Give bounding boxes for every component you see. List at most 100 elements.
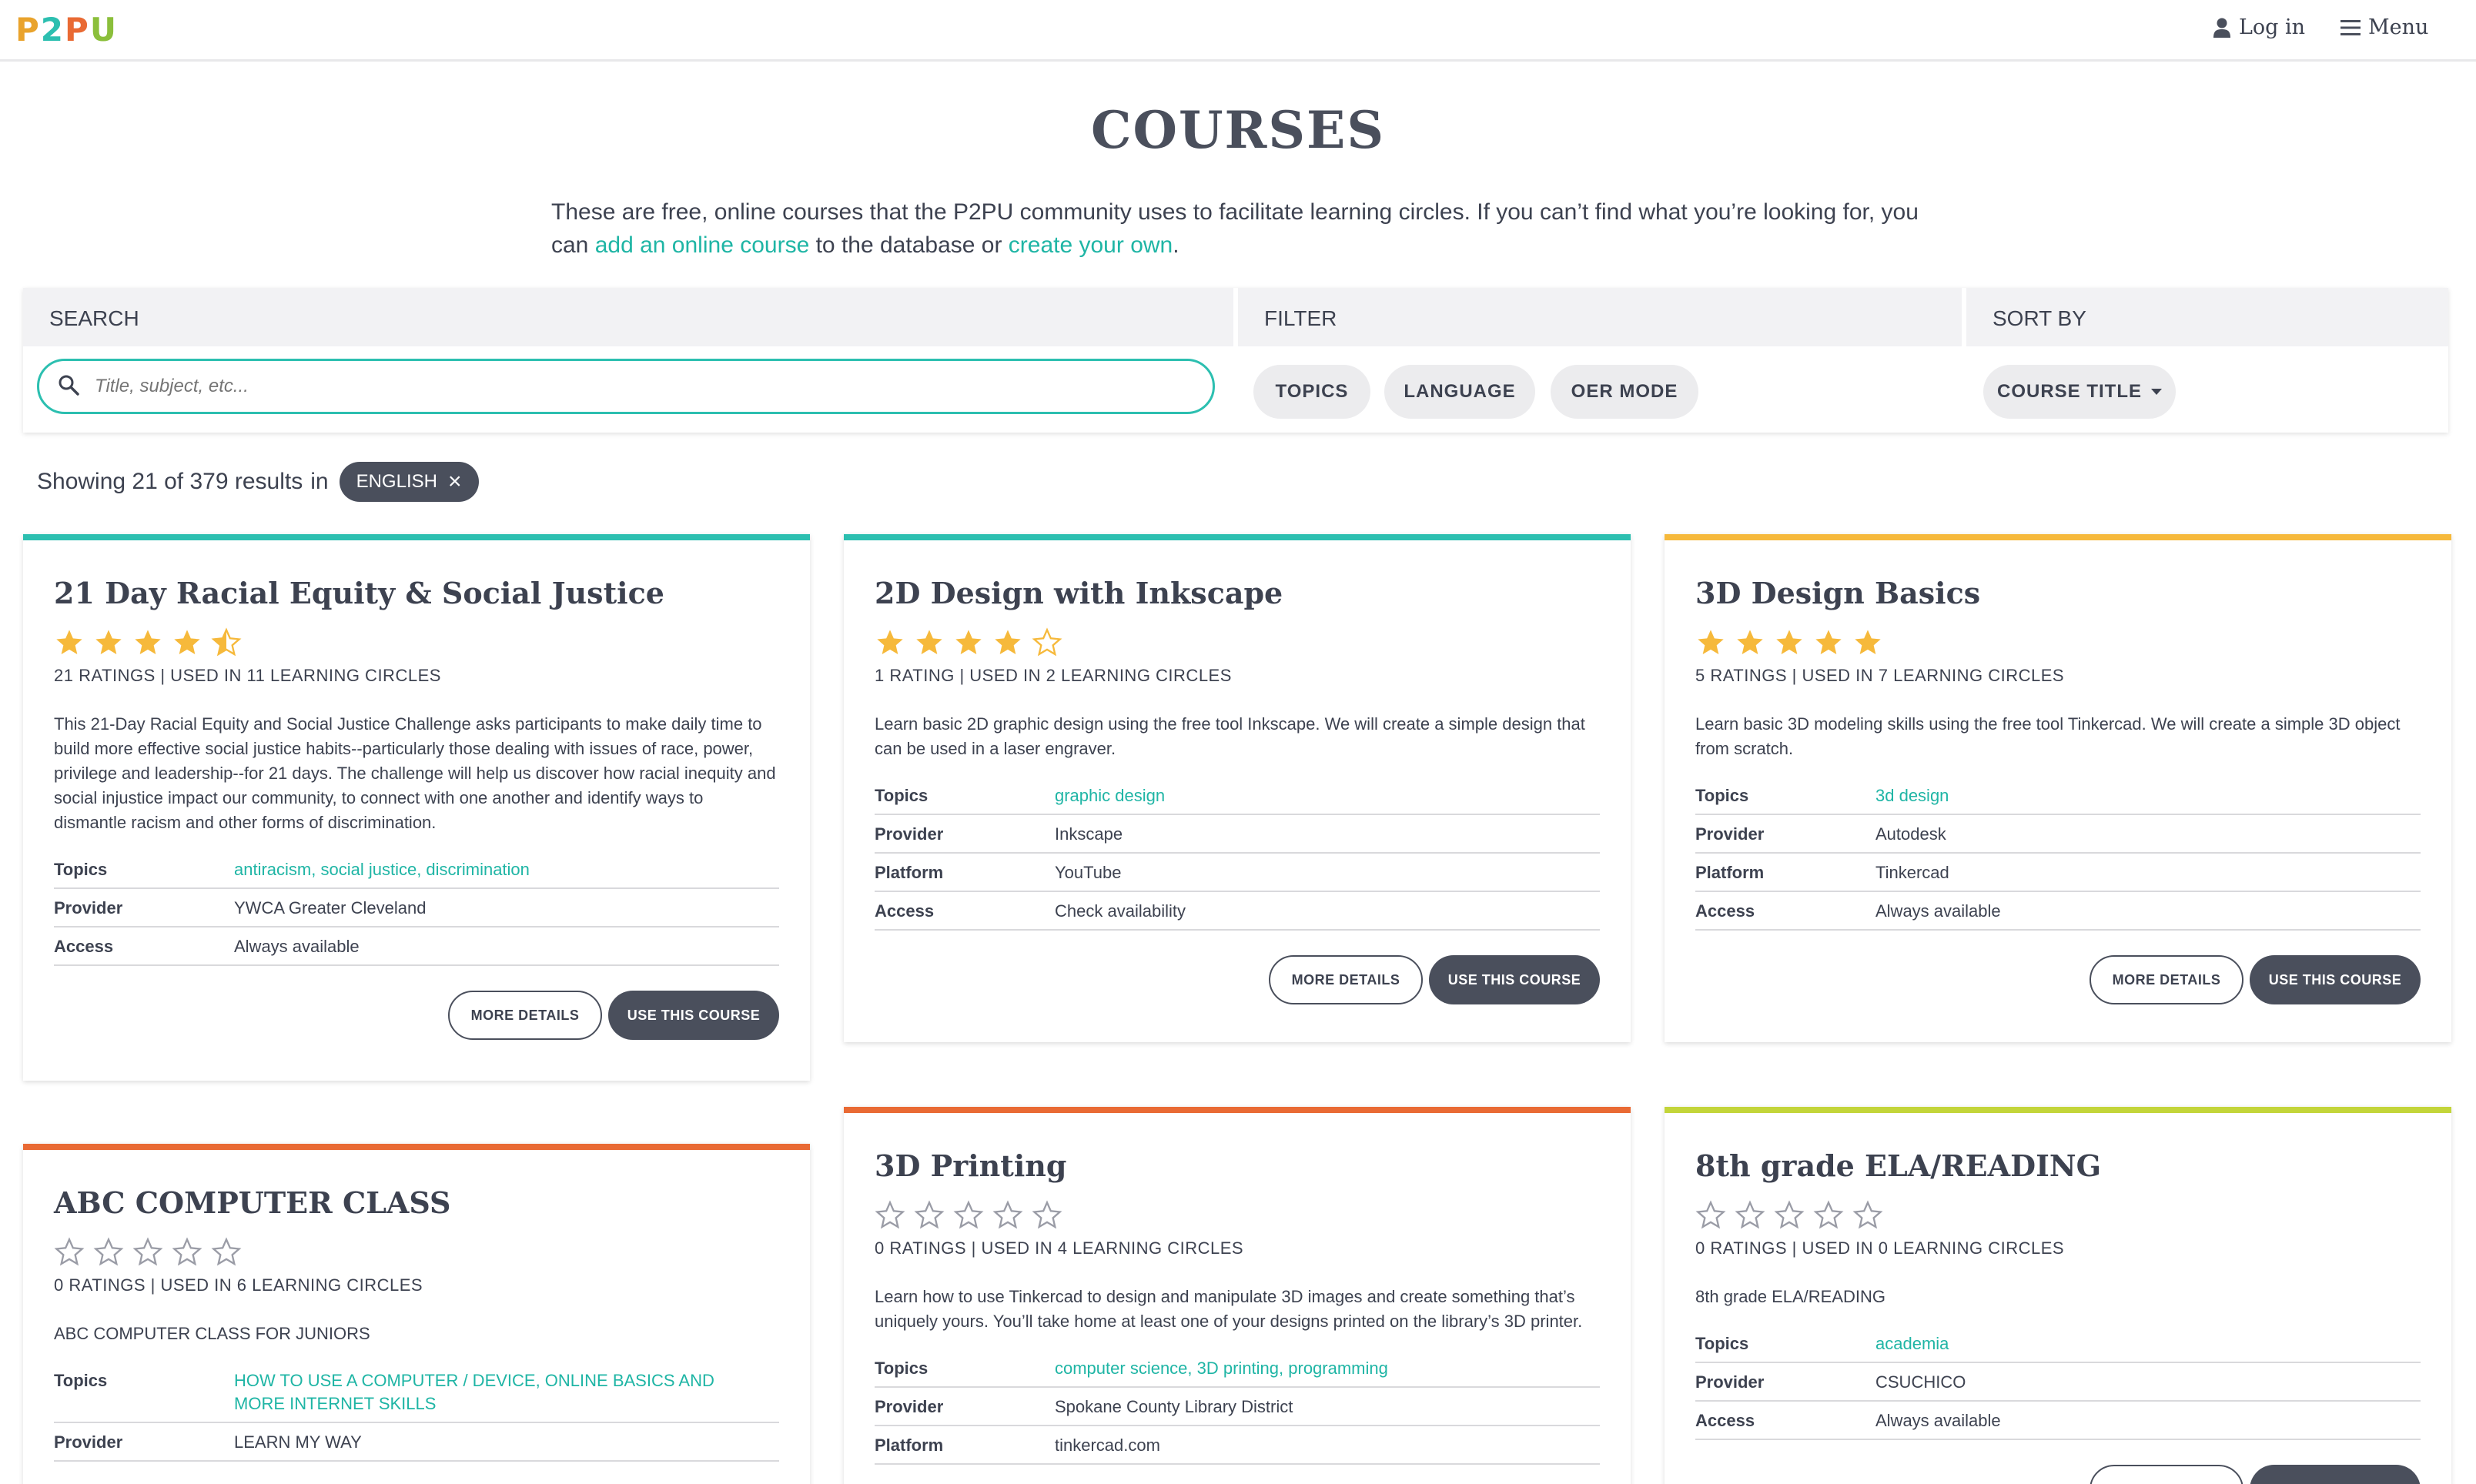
topics-links[interactable]: graphic design <box>1055 784 1165 807</box>
platform-value: Tinkercad <box>1875 863 1949 882</box>
provider-value: LEARN MY WAY <box>234 1432 362 1452</box>
access-row: Access Always available <box>54 928 779 966</box>
course-card: 2D Design with Inkscape 1 RATING | USED … <box>844 534 1631 1042</box>
sort-heading: SORT BY <box>1966 288 2448 346</box>
rating-stars <box>875 1200 1600 1231</box>
card-actions: MORE DETAILS USE THIS COURSE <box>54 991 779 1040</box>
provider-row: Provider Autodesk <box>1695 815 2421 854</box>
provider-value: Inkscape <box>1055 824 1123 844</box>
topics-links[interactable]: HOW TO USE A COMPUTER / DEVICE, ONLINE B… <box>234 1369 765 1415</box>
login-link[interactable]: Log in <box>2213 15 2305 39</box>
use-course-button[interactable]: USE THIS COURSE <box>1429 955 1600 1004</box>
create-course-link[interactable]: create your own <box>1009 232 1173 258</box>
add-course-link[interactable]: add an online course <box>595 232 810 258</box>
platform-row: Platform tinkercad.com <box>875 1426 1600 1465</box>
course-title[interactable]: 8th grade ELA/READING <box>1695 1148 2421 1183</box>
star-empty-icon <box>211 1237 242 1266</box>
topics-links[interactable]: 3d design <box>1875 784 1949 807</box>
course-details-table: Topics 3d design Provider Autodesk Platfor… <box>1695 777 2421 931</box>
star-empty-icon <box>1695 1200 1726 1229</box>
filter-oer-mode-button[interactable]: OER MODE <box>1551 365 1698 419</box>
topics-row: Topics 3d design <box>1695 777 2421 815</box>
star-filled-icon <box>995 630 1021 654</box>
menu-button[interactable]: Menu <box>2340 15 2428 39</box>
filter-topics-button[interactable]: TOPICS <box>1253 365 1370 419</box>
course-title[interactable]: 2D Design with Inkscape <box>875 576 1600 610</box>
use-course-button[interactable]: USE THIS COURSE <box>608 991 779 1040</box>
topics-links[interactable]: academia <box>1875 1332 1949 1355</box>
more-details-button[interactable]: MORE DETAILS <box>2090 955 2243 1004</box>
language-filter-chip[interactable]: ENGLISH × <box>339 462 479 502</box>
provider-value: Autodesk <box>1875 824 1946 844</box>
menu-label: Menu <box>2368 15 2429 39</box>
course-title[interactable]: ABC COMPUTER CLASS <box>54 1185 779 1220</box>
star-filled-icon <box>877 630 903 654</box>
star-empty-icon <box>875 1200 905 1229</box>
course-stats: 21 RATINGS | USED IN 11 LEARNING CIRCLES <box>54 666 441 685</box>
rating-stars <box>875 627 1600 658</box>
access-row: Access Always available <box>1695 892 2421 931</box>
more-details-button[interactable]: MORE DETAILS <box>448 991 602 1040</box>
row-label: Topics <box>875 1359 928 1378</box>
rating-stars <box>54 1237 779 1268</box>
row-label: Topics <box>54 1371 108 1390</box>
row-label: Provider <box>54 898 123 917</box>
platform-value: YouTube <box>1055 863 1122 882</box>
star-filled-icon <box>1737 630 1763 654</box>
p2pu-logo[interactable]: P2PU <box>15 11 118 48</box>
star-filled-icon <box>1815 630 1842 654</box>
use-course-button[interactable]: USE THIS COURSE <box>2250 1465 2421 1484</box>
access-row: Access Check availability <box>875 892 1600 931</box>
star-filled-icon <box>56 630 82 654</box>
course-card: 8th grade ELA/READING 0 RATINGS | USED I… <box>1665 1107 2451 1484</box>
topics-row: Topics HOW TO USE A COMPUTER / DEVICE, ON… <box>54 1362 779 1423</box>
star-empty-icon <box>132 1237 163 1266</box>
course-description: Learn how to use Tinkercad to design and… <box>875 1287 1583 1331</box>
course-card: 3D Design Basics 5 RATINGS | USED IN 7 L… <box>1665 534 2451 1042</box>
course-title[interactable]: 3D Printing <box>875 1148 1600 1183</box>
topics-links[interactable]: antiracism, social justice, discriminati… <box>234 858 530 881</box>
star-empty-icon <box>1032 627 1062 657</box>
platform-row: Platform Tinkercad <box>1695 854 2421 892</box>
provider-value: Spokane County Library District <box>1055 1397 1293 1416</box>
course-details-table: Topics computer science, 3D printing, pro… <box>875 1349 1600 1465</box>
search-input[interactable] <box>95 376 1173 397</box>
provider-row: Provider LEARN MY WAY <box>54 1423 779 1462</box>
row-label: Provider <box>875 1397 944 1416</box>
star-empty-icon <box>1032 1200 1062 1229</box>
course-card: ABC COMPUTER CLASS 0 RATINGS | USED IN 6… <box>23 1144 810 1484</box>
results-count: Showing 21 of 379 results <box>37 469 303 494</box>
row-label: Platform <box>1695 863 1765 882</box>
course-description: Learn basic 2D graphic design using the … <box>875 714 1585 758</box>
sort-dropdown[interactable]: COURSE TITLE <box>1983 365 2176 419</box>
course-details-table: Topics academia Provider CSUCHICO Access Al… <box>1695 1325 2421 1440</box>
filter-language-button[interactable]: LANGUAGE <box>1384 365 1535 419</box>
star-empty-icon <box>914 1200 945 1229</box>
star-filled-icon <box>135 630 161 654</box>
course-title[interactable]: 21 Day Racial Equity & Social Justice <box>54 576 779 610</box>
use-course-button[interactable]: USE THIS COURSE <box>2250 955 2421 1004</box>
more-details-button[interactable]: MORE DETAILS <box>2090 1465 2243 1484</box>
provider-value: YWCA Greater Cleveland <box>234 898 427 917</box>
star-filled-icon <box>916 630 942 654</box>
row-label: Access <box>1695 901 1755 921</box>
search-filter-panel: SEARCH FILTER SORT BY TOPICS LANGUAGE OE… <box>23 288 2448 433</box>
close-icon[interactable]: × <box>448 470 462 493</box>
logo-letter: P <box>15 11 41 48</box>
row-label: Provider <box>875 824 944 844</box>
topics-links[interactable]: computer science, 3D printing, programmi… <box>1055 1357 1388 1380</box>
intro-text: These are free, online courses that the … <box>551 196 1922 262</box>
row-label: Provider <box>1695 1372 1765 1392</box>
more-details-button[interactable]: MORE DETAILS <box>1269 955 1423 1004</box>
access-row: Access Always available <box>1695 1402 2421 1440</box>
course-details-table: Topics HOW TO USE A COMPUTER / DEVICE, ON… <box>54 1362 779 1462</box>
star-empty-icon <box>1813 1200 1844 1229</box>
course-stats: 5 RATINGS | USED IN 7 LEARNING CIRCLES <box>1695 666 2065 685</box>
course-title[interactable]: 3D Design Basics <box>1695 576 2421 610</box>
row-label: Topics <box>54 860 108 879</box>
star-filled-icon <box>1776 630 1802 654</box>
star-filled-icon <box>174 630 200 654</box>
search-field[interactable] <box>37 359 1215 414</box>
page-title: COURSES <box>1090 100 1386 160</box>
rating-stars <box>1695 1200 2421 1231</box>
